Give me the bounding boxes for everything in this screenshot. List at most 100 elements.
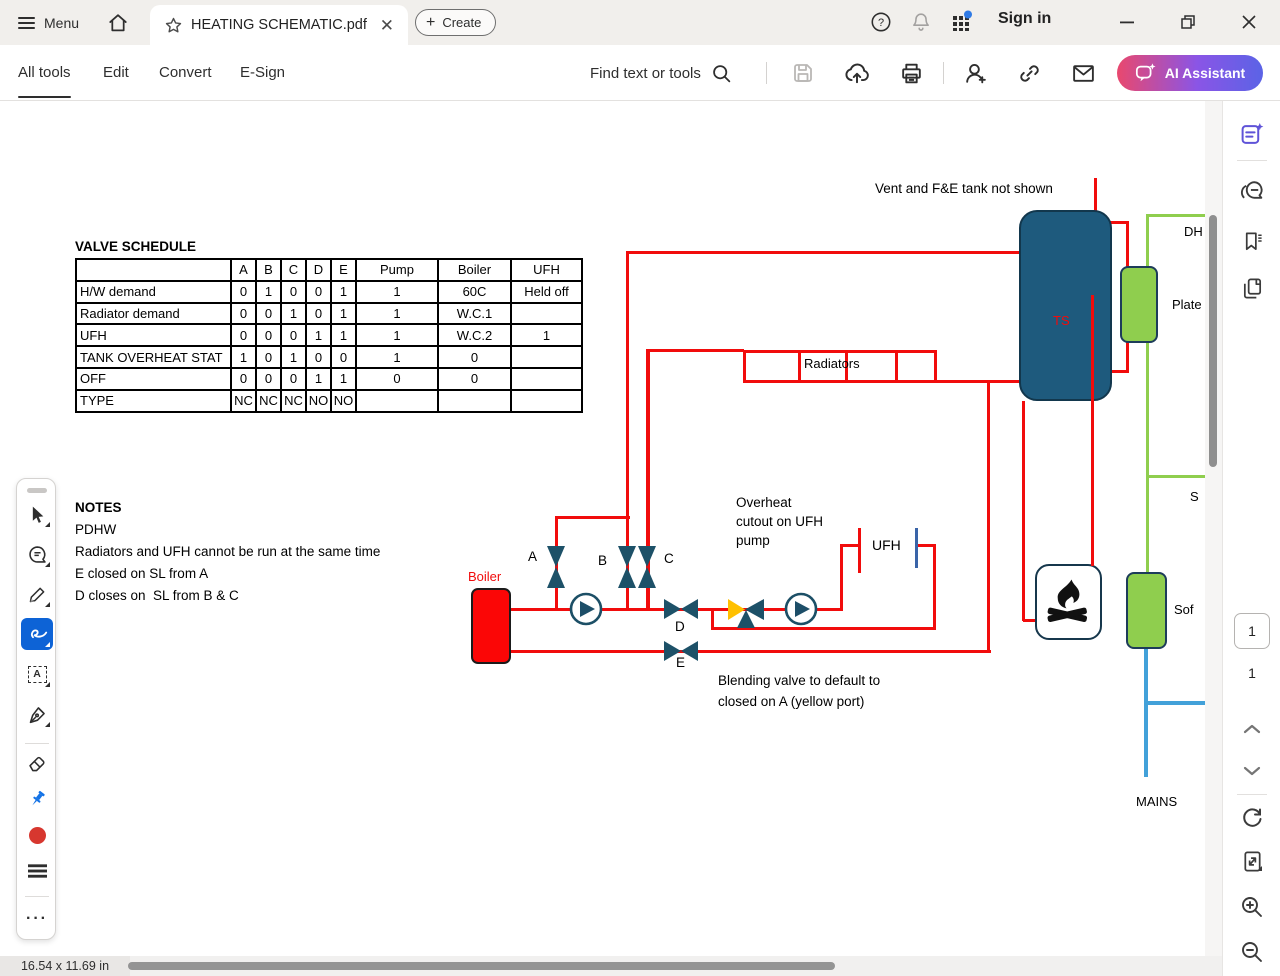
help-button[interactable]: ? <box>868 9 894 35</box>
menu-button[interactable]: Menu <box>18 10 79 36</box>
rotate-page-button[interactable] <box>1239 804 1265 830</box>
pipe-ufh-riser <box>840 544 843 610</box>
valve-b-label: B <box>598 553 608 568</box>
tab-convert[interactable]: Convert <box>159 45 212 100</box>
acrobat-window: Menu HEATING SCHEMATIC.pdf ✕ + Create ? <box>0 0 1280 976</box>
pin-tool-button[interactable] <box>21 783 53 815</box>
pipe-woodburner-flow <box>1091 295 1094 566</box>
chevron-down-icon <box>1243 766 1261 776</box>
sign-in-button[interactable]: Sign in <box>998 10 1051 28</box>
select-tool-button[interactable] <box>21 498 53 530</box>
pipe-ufh-return-drop <box>933 544 936 630</box>
table-cell: 0 <box>231 367 256 390</box>
create-button[interactable]: + Create <box>415 9 497 36</box>
more-tools-button[interactable]: ··· <box>21 903 53 935</box>
vertical-scrollbar[interactable] <box>1205 101 1222 956</box>
table-row: TYPE NC NC NC NO NO <box>76 389 582 412</box>
radiator-divider <box>895 353 898 380</box>
star-icon[interactable] <box>164 16 183 35</box>
get-link-button[interactable] <box>1015 59 1043 87</box>
panel-divider <box>25 896 49 897</box>
pipe-plate-riser <box>1126 221 1129 268</box>
eraser-tool-button[interactable] <box>21 747 53 779</box>
valve-a-label: A <box>528 549 538 564</box>
page-number-input[interactable]: 1 <box>1234 613 1270 649</box>
previous-page-button[interactable] <box>1239 716 1265 742</box>
table-cell <box>76 259 231 281</box>
table-cell: NO <box>306 389 331 412</box>
printer-icon <box>901 63 921 83</box>
window-restore-button[interactable] <box>1171 6 1205 38</box>
next-page-button[interactable] <box>1239 758 1265 784</box>
share-button[interactable] <box>843 59 871 87</box>
add-text-tool-button[interactable]: A <box>21 658 53 690</box>
record-tool-button[interactable] <box>21 819 53 851</box>
tab-close-icon[interactable]: ✕ <box>376 17 398 34</box>
table-cell: W.C.2 <box>438 324 511 347</box>
table-cell <box>356 389 438 412</box>
apps-grid-button[interactable] <box>948 9 974 35</box>
table-cell: 1 <box>331 280 356 303</box>
table-cell: 1 <box>356 346 438 368</box>
shower-label: S <box>1190 489 1199 504</box>
zoom-in-button[interactable] <box>1239 894 1265 920</box>
chevron-up-icon <box>1243 724 1261 734</box>
record-dot-icon <box>28 826 46 844</box>
pipe-ts-bottom-drop <box>1022 401 1025 621</box>
panel-drag-handle[interactable] <box>27 488 47 493</box>
table-cell: NC <box>281 389 306 412</box>
ai-assistant-panel-button[interactable] <box>1239 121 1265 147</box>
thick-lines-icon <box>27 864 47 878</box>
tab-edit[interactable]: Edit <box>103 45 129 100</box>
dhw-label: DH <box>1184 224 1203 239</box>
table-cell: 0 <box>438 367 511 390</box>
home-button[interactable] <box>104 9 132 37</box>
pipe-plate-drop <box>1126 341 1129 372</box>
sign-tool-button[interactable] <box>21 698 53 730</box>
ai-assistant-button[interactable]: AI Assistant <box>1117 55 1263 91</box>
window-close-button[interactable] <box>1232 6 1266 38</box>
table-cell: 1 <box>281 346 306 368</box>
reading-order-tool-button[interactable] <box>21 855 53 887</box>
table-cell: Held off <box>511 280 582 303</box>
draw-tool-button[interactable] <box>21 618 53 650</box>
table-cell: NC <box>256 389 281 412</box>
table-cell: TANK OVERHEAT STAT <box>76 346 231 368</box>
horizontal-scrollbar-thumb[interactable] <box>128 962 835 970</box>
valve-d-label: D <box>675 619 685 634</box>
table-cell: W.C.1 <box>438 302 511 325</box>
table-cell: Radiator demand <box>76 302 231 325</box>
request-signatures-button[interactable] <box>961 59 989 87</box>
valve-e-label: E <box>676 655 686 670</box>
find-text-control[interactable]: Find text or tools <box>590 57 732 89</box>
tab-all-tools[interactable]: All tools <box>18 45 71 100</box>
window-minimize-button[interactable] <box>1110 6 1144 38</box>
table-cell: 0 <box>256 302 281 325</box>
bookmarks-panel-button[interactable] <box>1239 228 1265 254</box>
email-button[interactable] <box>1069 59 1097 87</box>
main-toolbar: All tools Edit Convert E-Sign Find text … <box>0 45 1280 101</box>
save-button[interactable] <box>789 59 817 87</box>
title-bar: Menu HEATING SCHEMATIC.pdf ✕ + Create ? <box>0 0 1280 45</box>
add-text-icon: A <box>27 665 47 683</box>
tab-esign[interactable]: E-Sign <box>240 45 285 100</box>
pipe-radiators-supply <box>647 349 744 352</box>
comments-panel-button[interactable] <box>1239 177 1265 203</box>
table-row: A B C D E Pump Boiler UFH <box>76 259 582 281</box>
ai-assistant-label: AI Assistant <box>1164 65 1246 81</box>
comment-tool-button[interactable] <box>21 538 53 570</box>
print-button[interactable] <box>897 59 925 87</box>
boiler <box>471 588 511 664</box>
document-tab[interactable]: HEATING SCHEMATIC.pdf ✕ <box>150 5 408 45</box>
pages-panel-button[interactable] <box>1239 275 1265 301</box>
panel-divider <box>1237 160 1267 161</box>
fit-page-button[interactable] <box>1239 848 1265 874</box>
blending-valve <box>727 596 765 630</box>
highlight-tool-button[interactable] <box>21 578 53 610</box>
quick-tools-panel: A ··· <box>16 478 56 940</box>
notifications-button[interactable] <box>908 9 934 35</box>
table-cell: 0 <box>281 367 306 390</box>
vertical-scrollbar-thumb[interactable] <box>1209 215 1217 467</box>
zoom-out-button[interactable] <box>1239 939 1265 965</box>
softener-vessel <box>1126 572 1167 649</box>
